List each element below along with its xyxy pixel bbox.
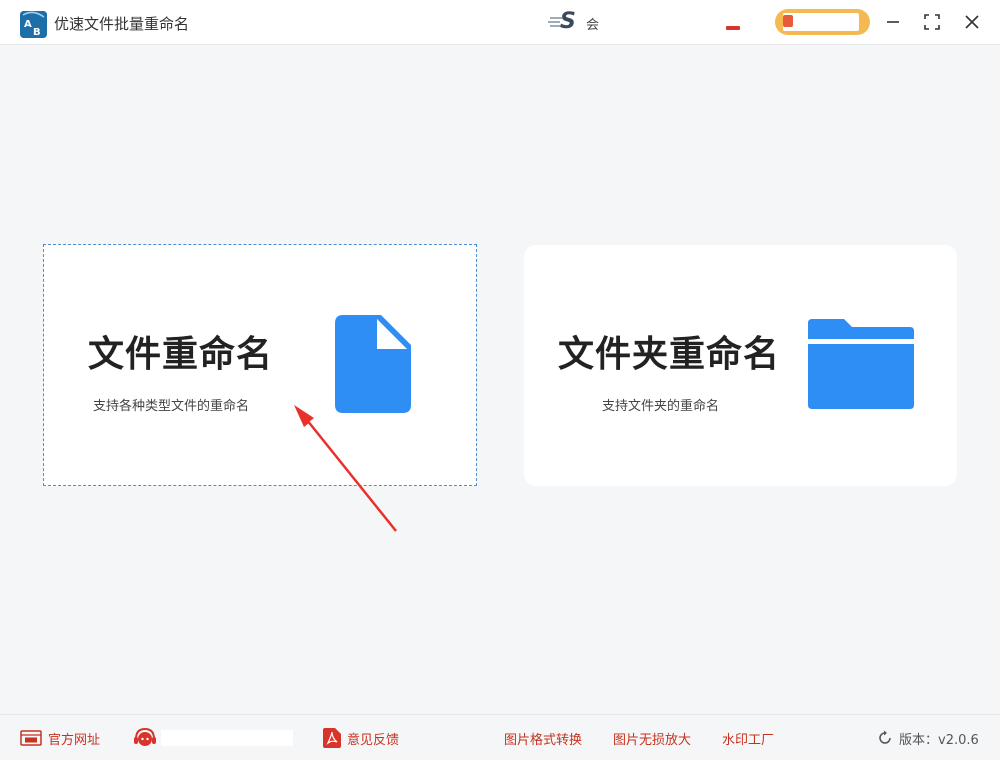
vip-button[interactable]	[775, 9, 870, 35]
vip-icon	[783, 15, 793, 27]
official-website-link[interactable]: 官方网址	[20, 728, 100, 748]
vip-button-label	[783, 13, 859, 31]
headset-icon	[133, 727, 157, 749]
customer-service-link[interactable]	[133, 727, 293, 749]
version-info: 版本：v2.0.6	[877, 728, 979, 748]
brand-char: 会	[586, 18, 600, 33]
folder-icon	[808, 317, 914, 413]
svg-text:B: B	[33, 27, 41, 38]
title-bar: A B 优速文件批量重命名 S 会	[0, 0, 1000, 45]
close-icon	[965, 15, 979, 29]
svg-text:A: A	[24, 19, 32, 30]
customer-service-label	[161, 730, 293, 746]
refresh-icon[interactable]	[877, 730, 893, 746]
brand-logo[interactable]: S 会	[548, 9, 600, 34]
website-icon	[20, 730, 42, 746]
maximize-button[interactable]	[920, 10, 944, 34]
brand-initial: S	[560, 9, 576, 34]
pdf-feedback-icon	[323, 728, 341, 748]
version-label: 版本：v2.0.6	[899, 732, 979, 748]
folder-rename-card[interactable]: 文件夹重命名 支持文件夹的重命名	[524, 245, 957, 486]
minimize-button[interactable]	[881, 10, 905, 34]
notification-icon[interactable]	[726, 26, 740, 30]
file-rename-title: 文件重命名	[88, 334, 274, 375]
file-rename-subtitle: 支持各种类型文件的重命名	[93, 399, 250, 414]
minimize-icon	[887, 21, 899, 23]
image-format-convert-link[interactable]: 图片格式转换	[504, 728, 582, 748]
folder-rename-subtitle: 支持文件夹的重命名	[602, 399, 720, 414]
app-title: 优速文件批量重命名	[54, 15, 190, 33]
close-button[interactable]	[960, 10, 984, 34]
file-icon	[335, 315, 411, 417]
official-website-label: 官方网址	[48, 732, 101, 748]
feedback-label: 意见反馈	[347, 732, 400, 748]
image-lossless-enlarge-link[interactable]: 图片无损放大	[613, 728, 691, 748]
file-rename-card[interactable]: 文件重命名 支持各种类型文件的重命名	[43, 244, 477, 486]
app-logo-icon: A B	[20, 11, 47, 38]
status-bar: 官方网址 意见反馈 图片格式转换 图片无损放大 水印工厂 版本：v2.0.6	[0, 714, 1000, 760]
feedback-link[interactable]: 意见反馈	[323, 728, 399, 748]
fullscreen-icon	[924, 14, 940, 30]
folder-rename-title: 文件夹重命名	[558, 334, 781, 375]
watermark-factory-link[interactable]: 水印工厂	[722, 728, 774, 748]
